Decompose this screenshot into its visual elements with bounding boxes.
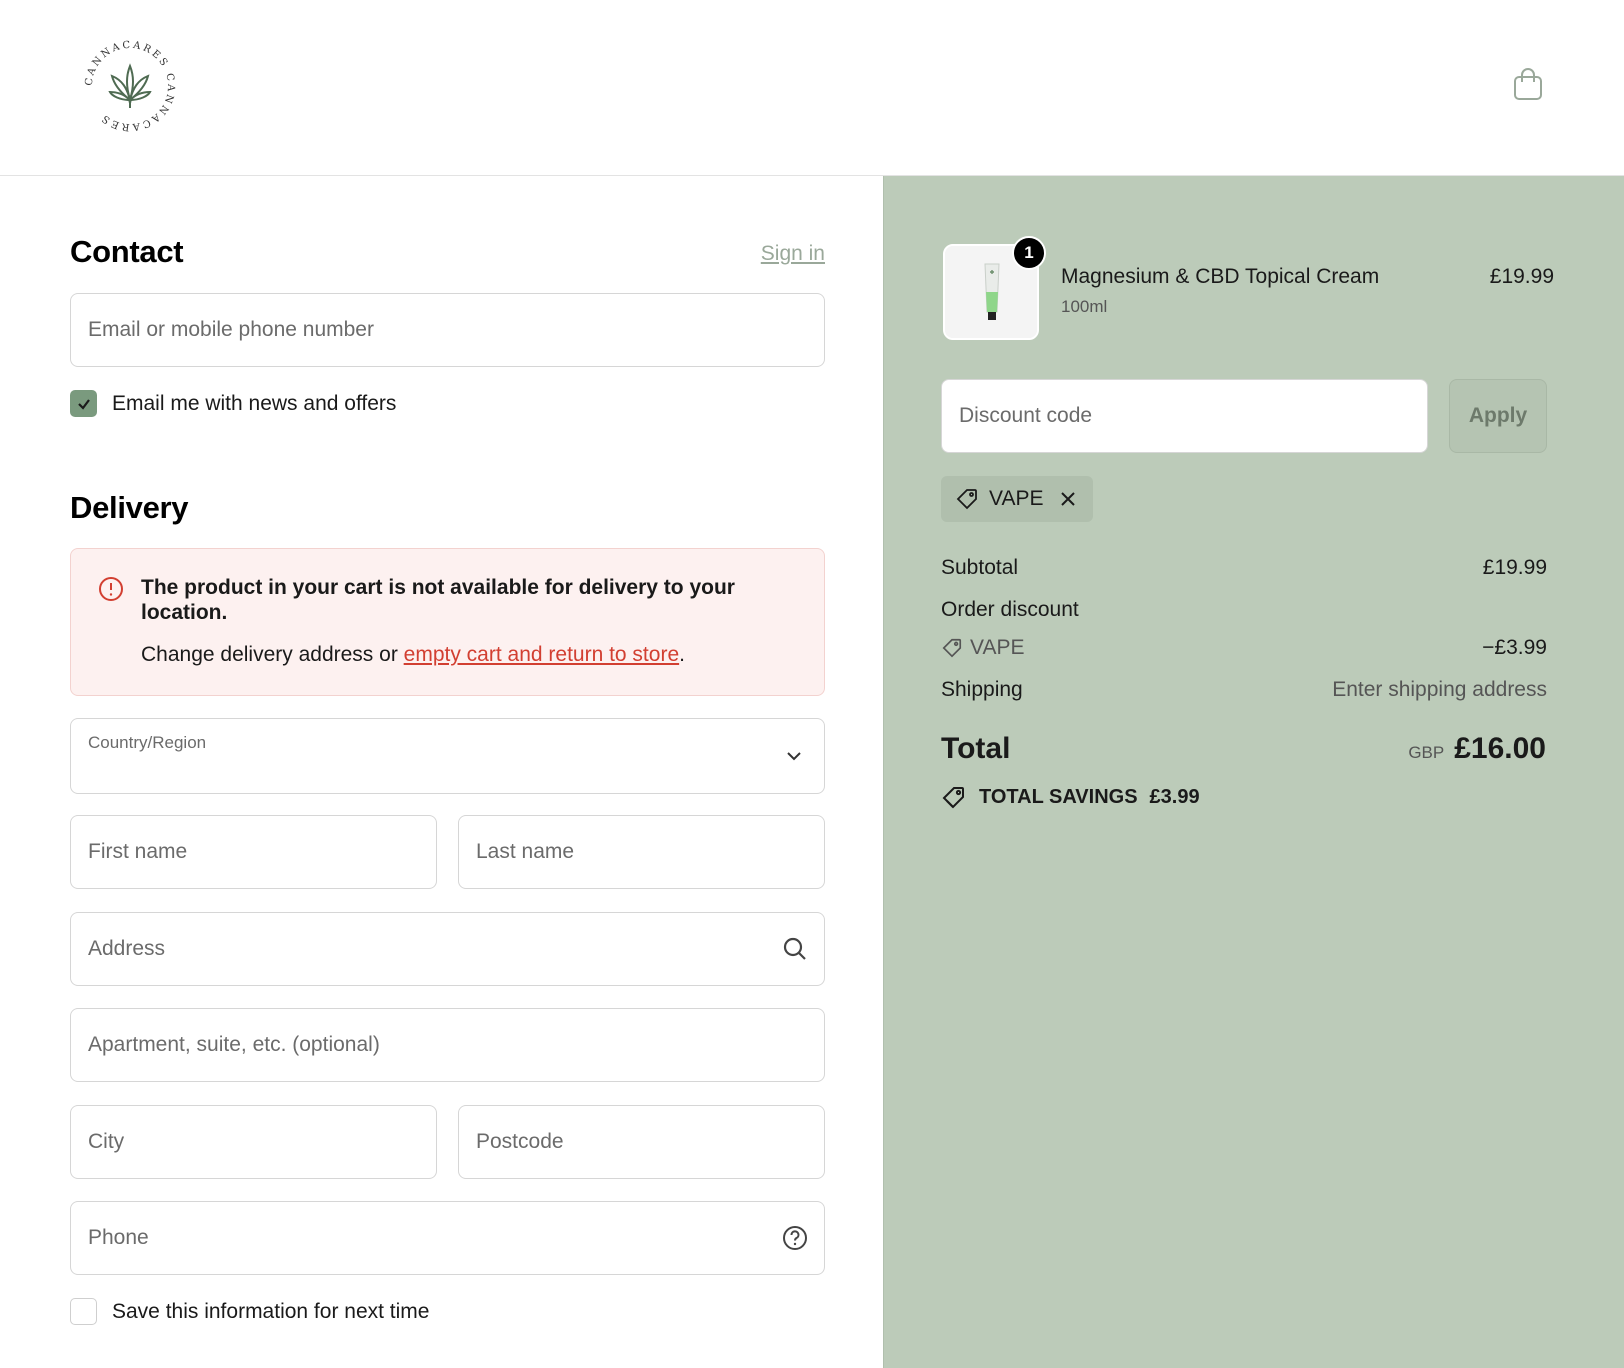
email-placeholder: Email or mobile phone number xyxy=(88,318,374,341)
save-info-checkbox[interactable] xyxy=(70,1298,97,1325)
quantity-badge: 1 xyxy=(1012,236,1046,270)
header: CANNACARES CANNACARES xyxy=(0,0,1624,176)
order-discount-label: Order discount xyxy=(941,598,1079,621)
subtotal-row: Subtotal £19.99 xyxy=(941,556,1547,580)
total-savings: TOTAL SAVINGS £3.99 xyxy=(941,784,1200,810)
help-circle-icon[interactable] xyxy=(782,1225,808,1251)
alert-body-prefix: Change delivery address or xyxy=(141,643,404,666)
discount-placeholder: Discount code xyxy=(959,404,1093,427)
search-icon[interactable] xyxy=(782,936,808,962)
savings-value: £3.99 xyxy=(1149,785,1200,808)
subtotal-label: Subtotal xyxy=(941,556,1019,579)
news-checkbox-row[interactable]: Email me with news and offers xyxy=(70,390,396,417)
tag-icon xyxy=(942,638,962,658)
checkmark-icon xyxy=(77,398,90,410)
svg-text:CANNACARES CANNACARES: CANNACARES CANNACARES xyxy=(84,40,177,133)
order-discount-row: Order discount xyxy=(941,598,1547,622)
sign-in-link[interactable]: Sign in xyxy=(761,242,825,266)
first-name-placeholder: First name xyxy=(88,840,188,863)
save-info-row[interactable]: Save this information for next time xyxy=(70,1298,429,1325)
last-name-placeholder: Last name xyxy=(476,840,575,863)
postcode-placeholder: Postcode xyxy=(476,1130,564,1153)
save-info-label: Save this information for next time xyxy=(112,1299,430,1323)
tag-icon xyxy=(956,489,977,510)
subtotal-value: £19.99 xyxy=(1482,556,1547,579)
address-field[interactable]: Address xyxy=(70,912,825,986)
order-summary: 1 Magnesium & CBD Topical Cream 100ml £1… xyxy=(883,176,1624,1368)
applied-discount-chip: VAPE xyxy=(941,476,1094,522)
savings-tag-icon xyxy=(942,787,964,809)
total-currency: GBP xyxy=(1408,743,1445,762)
savings-label: TOTAL SAVINGS xyxy=(979,785,1138,808)
shipping-value: Enter shipping address xyxy=(1332,678,1547,701)
city-field[interactable]: City xyxy=(70,1105,437,1179)
phone-placeholder: Phone xyxy=(88,1226,149,1249)
delivery-title: Delivery xyxy=(70,490,189,525)
product-price: £19.99 xyxy=(1489,265,1554,288)
empty-cart-link[interactable]: empty cart and return to store xyxy=(404,643,679,666)
news-checkbox[interactable] xyxy=(70,390,97,417)
total-amount: £16.00 xyxy=(1454,732,1546,765)
product-name: Magnesium & CBD Topical Cream xyxy=(1061,265,1380,288)
apartment-field[interactable]: Apartment, suite, etc. (optional) xyxy=(70,1008,825,1082)
contact-title: Contact xyxy=(70,234,184,269)
address-placeholder: Address xyxy=(88,937,166,960)
phone-field[interactable]: Phone xyxy=(70,1201,825,1275)
apply-button[interactable]: Apply xyxy=(1449,379,1547,453)
alert-body: Change delivery address or empty cart an… xyxy=(141,643,685,667)
shipping-label: Shipping xyxy=(941,678,1023,701)
error-circle-icon xyxy=(99,577,123,601)
discount-value: −£3.99 xyxy=(1482,636,1547,659)
email-field[interactable]: Email or mobile phone number xyxy=(70,293,825,367)
alert-body-suffix: . xyxy=(679,643,685,666)
applied-code-label: VAPE xyxy=(989,487,1044,510)
product-variant: 100ml xyxy=(1061,297,1108,316)
city-placeholder: City xyxy=(88,1130,125,1153)
news-label: Email me with news and offers xyxy=(112,391,397,415)
total-label: Total xyxy=(941,732,1011,765)
first-name-field[interactable]: First name xyxy=(70,815,437,889)
country-label: Country/Region xyxy=(88,733,207,752)
last-name-field[interactable]: Last name xyxy=(458,815,825,889)
shipping-row: Shipping Enter shipping address xyxy=(941,678,1547,702)
delivery-error-banner: The product in your cart is not availabl… xyxy=(70,548,825,696)
country-select[interactable]: Country/Region xyxy=(70,718,825,794)
total-value-group: GBP £16.00 xyxy=(1408,732,1546,766)
discount-code-field[interactable]: Discount code xyxy=(941,379,1428,453)
cannacares-logo[interactable]: CANNACARES CANNACARES xyxy=(80,36,180,136)
chevron-down-icon xyxy=(787,752,801,761)
postcode-field[interactable]: Postcode xyxy=(458,1105,825,1179)
apartment-placeholder: Apartment, suite, etc. (optional) xyxy=(88,1033,380,1056)
alert-title: The product in your cart is not availabl… xyxy=(141,576,735,624)
remove-discount-icon[interactable] xyxy=(1059,490,1077,508)
discount-code-label: VAPE xyxy=(970,636,1025,659)
shopping-bag-icon[interactable] xyxy=(1510,66,1546,102)
discount-line: VAPE −£3.99 xyxy=(941,636,1547,660)
